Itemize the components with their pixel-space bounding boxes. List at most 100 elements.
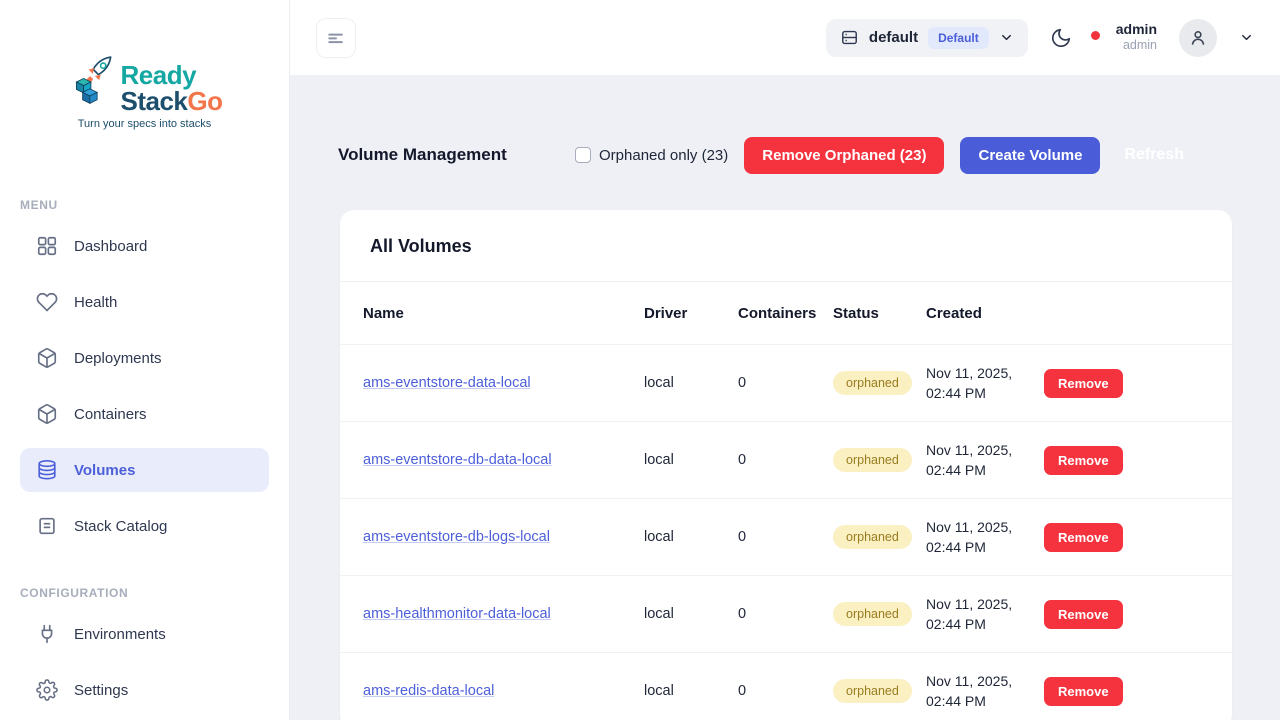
orphaned-only-checkbox[interactable] [575, 147, 591, 163]
volume-name-link[interactable]: ams-eventstore-data-local [363, 375, 644, 391]
environment-default-badge: Default [928, 27, 989, 49]
environment-selector[interactable]: default Default [826, 19, 1028, 57]
sidebar-item-label: Health [74, 294, 117, 311]
sidebar-item-settings[interactable]: Settings [20, 668, 269, 712]
sidebar-item-label: Stack Catalog [74, 518, 167, 535]
gear-icon [36, 679, 58, 701]
status-badge: orphaned [833, 602, 912, 626]
driver-cell: local [644, 683, 738, 699]
sidebar-item-label: Deployments [74, 350, 162, 367]
user-avatar[interactable] [1179, 19, 1217, 57]
containers-cell: 0 [738, 452, 833, 468]
server-icon [840, 28, 859, 47]
notification-dot [1091, 31, 1100, 40]
created-cell: Nov 11, 2025,02:44 PM [926, 671, 1044, 712]
driver-cell: local [644, 452, 738, 468]
cube-icon [36, 403, 58, 425]
table-row: ams-healthmonitor-data-local local 0 orp… [340, 575, 1232, 652]
rocket-cubes-logo-icon [67, 54, 119, 108]
orphaned-only-toggle[interactable]: Orphaned only (23) [575, 147, 728, 164]
sidebar-item-label: Dashboard [74, 238, 147, 255]
status-badge: orphaned [833, 371, 912, 395]
main-area: default Default admin admin [290, 0, 1280, 720]
sidebar-item-label: Settings [74, 682, 128, 699]
table-row: ams-eventstore-db-data-local local 0 orp… [340, 421, 1232, 498]
database-icon [36, 459, 58, 481]
chevron-down-icon [999, 30, 1014, 45]
status-badge: orphaned [833, 525, 912, 549]
sidebar-item-deployments[interactable]: Deployments [20, 336, 269, 380]
remove-button[interactable]: Remove [1044, 523, 1123, 552]
grid-icon [36, 235, 58, 257]
user-role: admin [1116, 38, 1157, 54]
remove-button[interactable]: Remove [1044, 600, 1123, 629]
remove-button[interactable]: Remove [1044, 677, 1123, 706]
create-volume-button[interactable]: Create Volume [960, 137, 1100, 174]
created-cell: Nov 11, 2025,02:44 PM [926, 517, 1044, 558]
refresh-button[interactable]: Refresh [1116, 136, 1192, 174]
card-title: All Volumes [370, 236, 1202, 257]
table-header-row: Name Driver Containers Status Created [340, 282, 1232, 344]
page-header: Volume Management Orphaned only (23) Rem… [290, 136, 1280, 174]
sidebar-item-containers[interactable]: Containers [20, 392, 269, 436]
remove-button[interactable]: Remove [1044, 446, 1123, 475]
sidebar-toggle-button[interactable] [316, 18, 356, 58]
remove-orphaned-button[interactable]: Remove Orphaned (23) [744, 137, 944, 174]
card-header: All Volumes [340, 210, 1232, 282]
volume-name-link[interactable]: ams-eventstore-db-data-local [363, 452, 644, 468]
sidebar-item-label: Environments [74, 626, 166, 643]
environment-name: default [869, 29, 918, 46]
brand-logo: Ready StackGo Turn your specs into stack… [0, 54, 289, 130]
table-row: ams-redis-data-local local 0 orphaned No… [340, 652, 1232, 720]
sidebar-item-health[interactable]: Health [20, 280, 269, 324]
remove-button[interactable]: Remove [1044, 369, 1123, 398]
moon-icon[interactable] [1050, 27, 1072, 49]
sidebar-item-stack-catalog[interactable]: Stack Catalog [20, 504, 269, 548]
driver-cell: local [644, 375, 738, 391]
sidebar: Ready StackGo Turn your specs into stack… [0, 0, 290, 720]
volume-name-link[interactable]: ams-healthmonitor-data-local [363, 606, 644, 622]
containers-cell: 0 [738, 529, 833, 545]
containers-cell: 0 [738, 375, 833, 391]
sidebar-item-label: Containers [74, 406, 147, 423]
page-title: Volume Management [338, 145, 507, 165]
sidebar-section-configuration: CONFIGURATION [20, 586, 289, 600]
brand-wordmark: Ready StackGo [121, 54, 223, 114]
table-row: ams-eventstore-db-logs-local local 0 orp… [340, 498, 1232, 575]
user-menu-chevron-icon[interactable] [1239, 30, 1254, 45]
column-header-name: Name [363, 305, 644, 322]
volume-name-link[interactable]: ams-eventstore-db-logs-local [363, 529, 644, 545]
cube-icon [36, 347, 58, 369]
status-badge: orphaned [833, 448, 912, 472]
volume-name-link[interactable]: ams-redis-data-local [363, 683, 644, 699]
containers-cell: 0 [738, 683, 833, 699]
sidebar-item-label: Volumes [74, 462, 135, 479]
driver-cell: local [644, 529, 738, 545]
menu-icon [326, 28, 346, 48]
heart-icon [36, 291, 58, 313]
sidebar-item-volumes[interactable]: Volumes [20, 448, 269, 492]
status-badge: orphaned [833, 679, 912, 703]
created-cell: Nov 11, 2025,02:44 PM [926, 594, 1044, 635]
user-name: admin [1116, 21, 1157, 39]
document-icon [36, 515, 58, 537]
topbar: default Default admin admin [290, 0, 1280, 76]
created-cell: Nov 11, 2025,02:44 PM [926, 440, 1044, 481]
sidebar-section-menu: MENU [20, 198, 289, 212]
column-header-created: Created [926, 305, 1044, 322]
sidebar-item-environments[interactable]: Environments [20, 612, 269, 656]
plug-icon [36, 623, 58, 645]
containers-cell: 0 [738, 606, 833, 622]
column-header-containers: Containers [738, 305, 833, 322]
orphaned-only-label: Orphaned only (23) [599, 147, 728, 164]
column-header-driver: Driver [644, 305, 738, 322]
volumes-card: All Volumes Name Driver Containers Statu… [340, 210, 1232, 720]
sidebar-item-dashboard[interactable]: Dashboard [20, 224, 269, 268]
table-row: ams-eventstore-data-local local 0 orphan… [340, 344, 1232, 421]
driver-cell: local [644, 606, 738, 622]
user-info: admin admin [1116, 21, 1157, 54]
created-cell: Nov 11, 2025,02:44 PM [926, 363, 1044, 404]
brand-go: Go [187, 86, 222, 116]
column-header-status: Status [833, 305, 926, 322]
person-icon [1188, 28, 1208, 48]
